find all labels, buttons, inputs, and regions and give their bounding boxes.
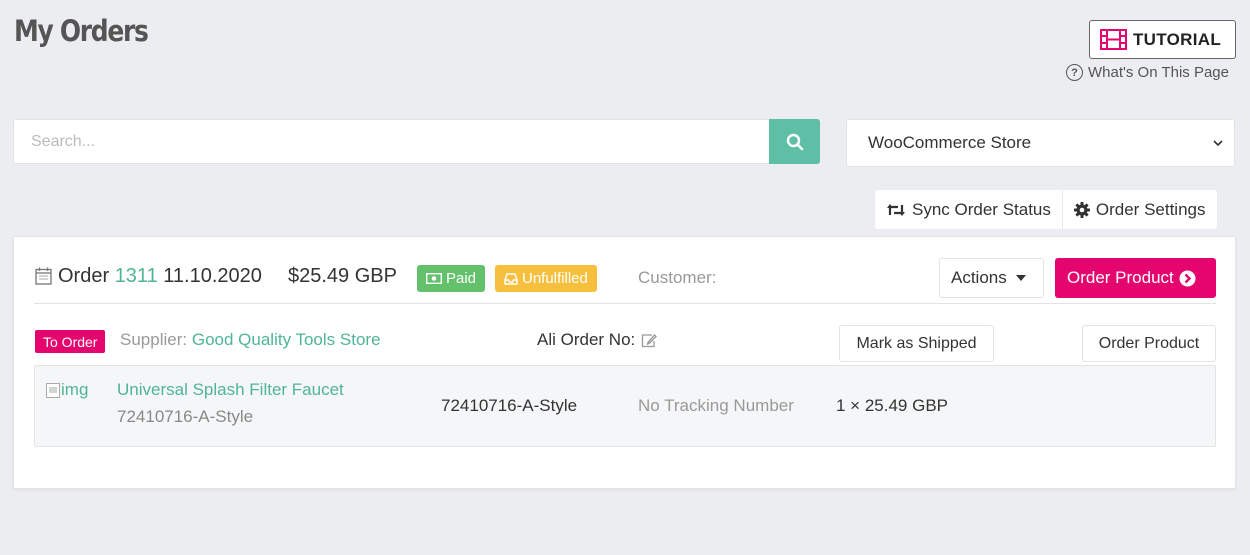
product-image: img [46, 380, 88, 400]
actions-dropdown[interactable]: Actions [939, 258, 1044, 298]
order-title: Order 1311 11.10.2020 [58, 265, 262, 288]
ali-order-label: Ali Order No: [537, 330, 636, 349]
whats-on-label: What's On This Page [1088, 64, 1229, 81]
supplier-row: To Order Supplier: Good Quality Tools St… [34, 325, 1216, 363]
search-icon [786, 133, 803, 150]
whats-on-this-page-link[interactable]: ? What's On This Page [1066, 64, 1229, 81]
order-product-supplier-button[interactable]: Order Product [1082, 325, 1216, 362]
quantity-price: 1 × 25.49 GBP [836, 396, 948, 415]
money-icon [426, 273, 442, 284]
tutorial-label: TUTORIAL [1133, 29, 1222, 49]
tracking-number: No Tracking Number [638, 396, 794, 415]
chevron-down-icon [1213, 140, 1223, 147]
product-sku: 72410716-A-Style [441, 396, 578, 415]
question-circle-icon: ? [1066, 64, 1083, 81]
order-date: 11.10.2020 [163, 265, 262, 287]
broken-image-icon [46, 382, 60, 398]
supplier-label: Supplier: [120, 330, 188, 349]
calendar-icon [35, 267, 52, 285]
supplier-info: Supplier: Good Quality Tools Store [120, 330, 381, 350]
search-button[interactable] [769, 119, 820, 164]
order-header: Order 1311 11.10.2020 $25.49 GBP Paid Un… [34, 257, 1216, 304]
order-label: Order [58, 265, 110, 287]
search-bar [13, 119, 820, 164]
inbox-icon [504, 272, 518, 285]
store-select[interactable]: WooCommerce Store [846, 119, 1235, 167]
gear-icon [1073, 201, 1090, 218]
unfulfilled-badge: Unfulfilled [495, 265, 597, 292]
paid-badge-label: Paid [446, 270, 477, 287]
sync-order-status-button[interactable]: Sync Order Status [875, 190, 1062, 229]
product-image-alt: img [61, 380, 89, 399]
mark-as-shipped-button[interactable]: Mark as Shipped [839, 325, 994, 362]
tutorial-button[interactable]: TUTORIAL [1089, 20, 1236, 59]
order-settings-button[interactable]: Order Settings [1061, 190, 1217, 229]
chevron-circle-right-icon [1179, 270, 1196, 286]
order-toolbar: Sync Order Status Order Settings [875, 190, 1217, 229]
actions-label: Actions [951, 268, 1007, 287]
paid-badge: Paid [417, 265, 486, 292]
page-title: My Orders [14, 14, 149, 48]
supplier-store-link[interactable]: Good Quality Tools Store [192, 330, 381, 349]
order-item-row: img Universal Splash Filter Faucet 72410… [34, 365, 1216, 447]
unfulfilled-badge-label: Unfulfilled [522, 270, 588, 287]
ali-order-number: Ali Order No: [537, 330, 658, 350]
edit-icon[interactable] [641, 333, 658, 348]
caret-down-icon [1015, 275, 1026, 281]
retweet-icon [887, 203, 905, 216]
order-card: Order 1311 11.10.2020 $25.49 GBP Paid Un… [13, 236, 1236, 489]
order-amount: $25.49 GBP [288, 265, 397, 287]
film-icon [1100, 29, 1127, 50]
sync-order-status-label: Sync Order Status [912, 199, 1051, 219]
customer-label: Customer: [638, 268, 717, 287]
search-input[interactable] [13, 119, 769, 164]
product-title-link[interactable]: Universal Splash Filter Faucet [117, 380, 344, 400]
order-product-button[interactable]: Order Product [1055, 258, 1216, 298]
order-product-label: Order Product [1067, 268, 1174, 287]
to-order-badge: To Order [35, 330, 106, 353]
product-variant: 72410716-A-Style [117, 407, 254, 426]
order-number[interactable]: 1311 [115, 265, 158, 287]
store-select-value: WooCommerce Store [868, 133, 1032, 152]
order-settings-label: Order Settings [1095, 199, 1206, 219]
